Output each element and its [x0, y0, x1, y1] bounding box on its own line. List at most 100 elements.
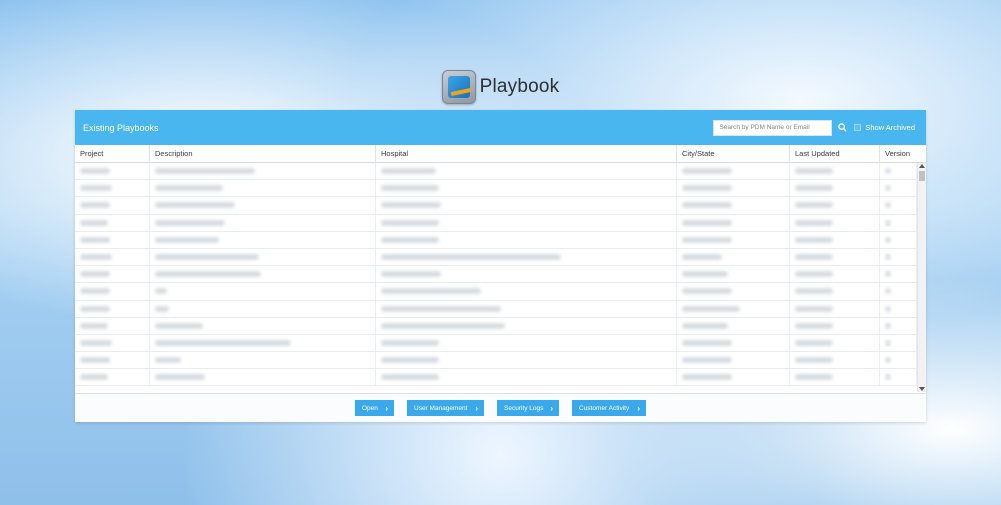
user-management-button[interactable]: User Management ›: [407, 400, 484, 416]
security-logs-button[interactable]: Security Logs ›: [497, 400, 559, 416]
redacted-text: [80, 288, 110, 295]
column-header-description[interactable]: Description: [150, 145, 376, 163]
table-cell-redacted: [376, 369, 677, 386]
table-cell-redacted: [150, 231, 376, 248]
open-button[interactable]: Open ›: [355, 400, 394, 416]
redacted-text: [80, 339, 112, 346]
show-archived-toggle[interactable]: Show Archived: [854, 123, 915, 132]
table-scrollbar[interactable]: [917, 163, 926, 392]
table-cell-redacted: [75, 266, 150, 283]
redacted-text: [155, 219, 225, 226]
panel-header: Existing Playbooks Search by PDM Name or…: [75, 110, 926, 145]
redacted-text: [682, 357, 732, 364]
table-cell-redacted: [150, 369, 376, 386]
table-cell-redacted: [677, 214, 790, 231]
table-cell-redacted: [880, 197, 917, 214]
redacted-text: [885, 236, 891, 243]
table-cell-redacted: [880, 214, 917, 231]
scroll-thumb[interactable]: [919, 171, 925, 181]
column-header-version[interactable]: Version: [880, 145, 926, 163]
table-row[interactable]: [75, 231, 926, 249]
table-cell-redacted: [75, 214, 150, 231]
table-cell-redacted: [150, 334, 376, 352]
search-icon[interactable]: [834, 120, 850, 136]
redacted-text: [682, 219, 732, 226]
table-cell-redacted: [677, 266, 790, 283]
table-row[interactable]: [75, 197, 926, 215]
redacted-text: [80, 305, 110, 312]
show-archived-label: Show Archived: [865, 123, 915, 132]
column-header-city-state[interactable]: City/State: [677, 145, 790, 163]
table-row[interactable]: [75, 248, 926, 267]
table-cell-redacted: [376, 248, 677, 266]
redacted-text: [155, 305, 169, 312]
redacted-text: [381, 339, 439, 346]
panel-footer: Open › User Management › Security Logs › Cu…: [75, 393, 926, 422]
redacted-text: [381, 322, 505, 329]
redacted-text: [795, 271, 833, 278]
table-row[interactable]: [75, 352, 926, 370]
table-row[interactable]: [75, 334, 926, 353]
chevron-right-icon: ›: [475, 403, 478, 413]
show-archived-checkbox[interactable]: [854, 124, 862, 131]
redacted-text: [682, 236, 732, 243]
table-cell-redacted: [880, 317, 917, 334]
table-cell-redacted: [150, 248, 376, 266]
redacted-text: [381, 305, 501, 312]
table-row[interactable]: [75, 266, 926, 284]
existing-playbooks-panel: Existing Playbooks Search by PDM Name or…: [75, 110, 926, 422]
redacted-text: [155, 374, 205, 381]
scroll-up-arrow-icon[interactable]: [919, 164, 925, 168]
chevron-right-icon: ›: [385, 403, 388, 413]
redacted-text: [885, 374, 891, 381]
table-row[interactable]: [75, 283, 926, 301]
table-cell-redacted: [75, 180, 150, 197]
table-row[interactable]: [75, 300, 926, 318]
table-row[interactable]: [75, 214, 926, 232]
column-header-last-updated[interactable]: Last Updated: [790, 145, 880, 163]
scroll-down-arrow-icon[interactable]: [919, 387, 925, 391]
table-cell-redacted: [677, 369, 790, 386]
table-cell-redacted: [75, 352, 150, 369]
redacted-text: [381, 357, 439, 364]
table-row[interactable]: [75, 317, 926, 335]
search-input[interactable]: Search by PDM Name or Email: [713, 119, 833, 136]
table-cell-redacted: [150, 197, 376, 214]
table-row[interactable]: [75, 163, 926, 181]
table-cell-redacted: [677, 231, 790, 248]
redacted-text: [381, 185, 439, 192]
table-cell-redacted: [790, 197, 880, 214]
table-cell-redacted: [376, 300, 677, 317]
table-cell-redacted: [790, 163, 880, 180]
table-cell-redacted: [75, 248, 150, 266]
table-cell-redacted: [677, 197, 790, 214]
table-cell-redacted: [880, 352, 917, 369]
table-cell-redacted: [880, 180, 917, 197]
redacted-text: [381, 254, 561, 261]
table-cell-redacted: [880, 300, 917, 317]
redacted-text: [155, 236, 219, 243]
redacted-text: [795, 202, 833, 209]
playbooks-table-body: [75, 163, 926, 392]
table-cell-redacted: [880, 231, 917, 248]
table-cell-redacted: [75, 231, 150, 248]
table-cell-redacted: [75, 317, 150, 334]
table-cell-redacted: [790, 266, 880, 283]
table-cell-redacted: [790, 180, 880, 197]
app-title: Playbook: [479, 76, 560, 97]
redacted-text: [682, 168, 732, 175]
column-header-project[interactable]: Project: [75, 145, 150, 163]
table-row[interactable]: [75, 369, 926, 387]
table-cell-redacted: [150, 266, 376, 283]
redacted-text: [155, 185, 223, 192]
table-cell-redacted: [150, 214, 376, 231]
table-cell-redacted: [677, 352, 790, 369]
column-header-hospital[interactable]: Hospital: [376, 145, 677, 163]
customer-activity-button[interactable]: Customer Activity ›: [572, 400, 646, 416]
table-cell-redacted: [376, 197, 677, 214]
table-cell-redacted: [75, 300, 150, 317]
redacted-text: [682, 374, 732, 381]
table-row[interactable]: [75, 180, 926, 198]
table-cell-redacted: [376, 214, 677, 231]
table-cell-redacted: [790, 334, 880, 352]
